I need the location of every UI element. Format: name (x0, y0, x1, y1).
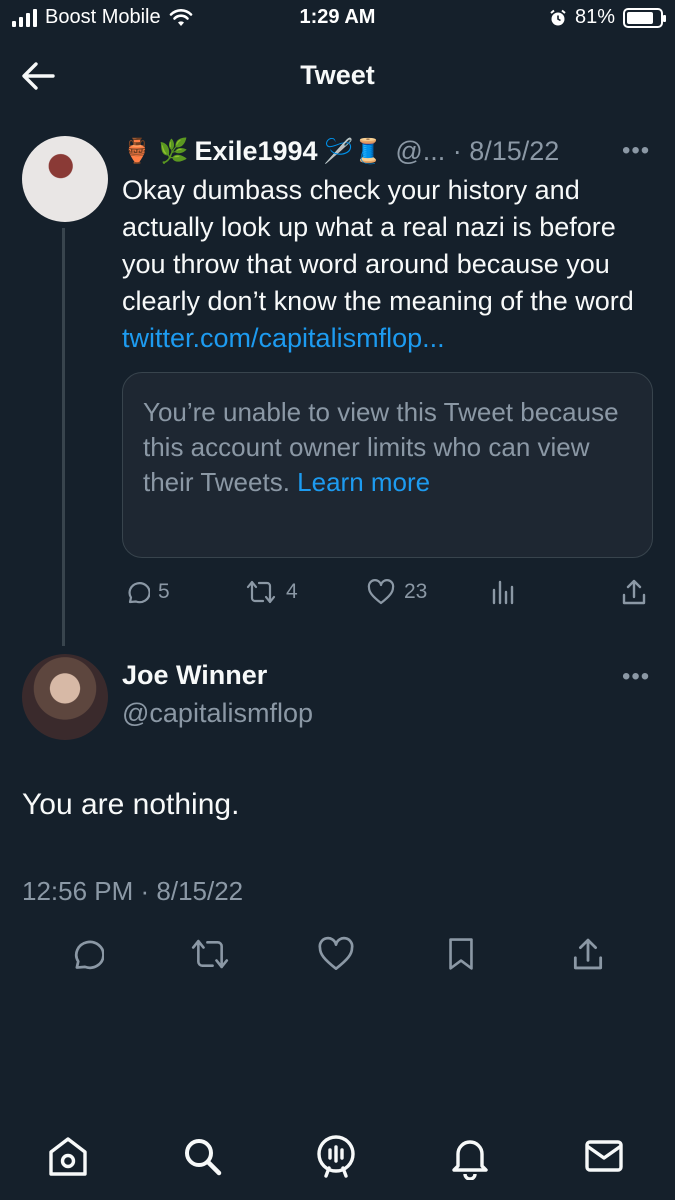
like-button[interactable]: 23 (366, 572, 427, 612)
bottom-tab-bar (0, 1124, 675, 1188)
author-display-name[interactable]: Exile1994 (194, 136, 317, 167)
mail-icon (585, 1140, 623, 1172)
tweet-text: Okay dumbass check your history and actu… (122, 172, 657, 357)
tweet-action-bar (0, 934, 675, 978)
battery-percent: 81% (574, 6, 615, 28)
reply-button[interactable] (66, 934, 104, 974)
reply-button[interactable]: 5 (122, 572, 170, 612)
share-icon (573, 938, 603, 970)
tab-spaces[interactable] (312, 1132, 360, 1180)
learn-more-link[interactable]: Learn more (297, 467, 430, 497)
reply-icon (128, 582, 150, 604)
thread-connector-line (62, 228, 65, 646)
retweet-button[interactable] (188, 934, 232, 974)
name-emoji-suffix: 🪡🧵 (323, 137, 384, 165)
retweet-count: 4 (286, 580, 298, 603)
avatar[interactable] (22, 654, 108, 740)
retweet-button[interactable]: 4 (244, 572, 298, 612)
status-bar: Boost Mobile 1:29 AM 81% (0, 0, 675, 40)
nav-header: Tweet (0, 48, 675, 104)
tweet-body-text: Okay dumbass check your history and actu… (122, 175, 634, 316)
battery-level-fill (627, 11, 653, 24)
tweet-link[interactable]: twitter.com/capitalismflop... (122, 323, 445, 353)
bookmark-icon (449, 938, 473, 970)
search-icon (185, 1139, 222, 1176)
more-options-button[interactable]: ••• (622, 663, 650, 691)
more-options-button[interactable]: ••• (622, 137, 650, 165)
views-button[interactable] (490, 572, 516, 612)
author-display-name[interactable]: Joe Winner (122, 660, 267, 691)
avatar[interactable] (22, 136, 108, 222)
tab-search[interactable] (178, 1132, 226, 1180)
views-icon (492, 580, 514, 605)
bookmark-button[interactable] (444, 934, 478, 974)
battery-icon (623, 7, 666, 28)
share-button[interactable] (620, 572, 648, 612)
tweet-timestamp: 12:56 PM · 8/15/22 (22, 876, 244, 906)
author-handle-date[interactable]: @... · 8/15/22 (395, 136, 559, 167)
like-count: 23 (404, 580, 428, 603)
tweet-text: You are nothing. (22, 788, 240, 821)
author-handle[interactable]: @capitalismflop (122, 698, 313, 729)
bell-icon (452, 1140, 488, 1181)
reply-count: 5 (158, 580, 170, 603)
tweet-detail-screen: Boost Mobile 1:29 AM 81% Tweet 🏺 🌿 Exile… (0, 0, 675, 1200)
spaces-icon (317, 1135, 355, 1178)
heart-icon (318, 936, 354, 971)
share-button[interactable] (570, 934, 606, 974)
alarm-icon (550, 9, 566, 25)
tweet-author-row: 🏺 🌿 Exile1994 🪡🧵 @... · 8/15/22 (122, 132, 662, 170)
retweet-icon (191, 939, 229, 969)
home-icon (49, 1137, 87, 1176)
like-button[interactable] (316, 934, 356, 974)
share-icon (622, 579, 646, 605)
page-title: Tweet (300, 60, 375, 90)
tweet-action-bar: 5 4 23 (122, 572, 657, 612)
tab-messages[interactable] (580, 1132, 628, 1180)
heart-icon (367, 579, 395, 605)
retweet-icon (246, 580, 276, 604)
reply-icon (74, 940, 104, 970)
unavailable-tweet-card: You’re unable to view this Tweet because… (122, 372, 653, 558)
tab-home[interactable] (44, 1132, 92, 1180)
status-right: 81% (549, 6, 666, 29)
name-emoji-prefix: 🏺 🌿 (122, 137, 189, 165)
tab-notifications[interactable] (446, 1132, 494, 1181)
